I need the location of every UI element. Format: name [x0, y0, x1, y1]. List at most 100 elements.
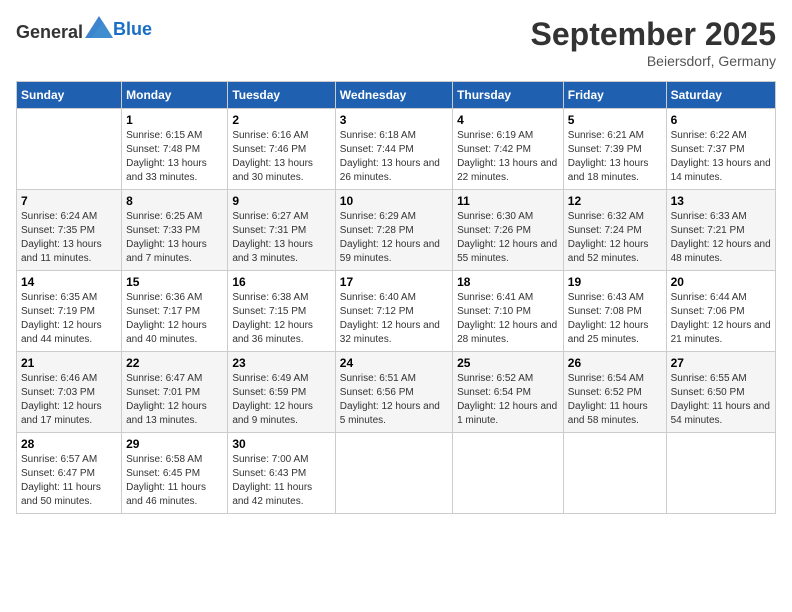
logo-general-text: General [16, 16, 113, 43]
day-info: Sunrise: 6:41 AMSunset: 7:10 PMDaylight:… [457, 291, 559, 347]
day-number: 3 [340, 113, 448, 127]
day-number: 23 [232, 356, 330, 370]
logo: General Blue [16, 16, 152, 43]
calendar-cell: 13 Sunrise: 6:33 AMSunset: 7:21 PMDayligh… [666, 190, 775, 271]
calendar-cell: 4Sunrise: 6:19 AMSunset: 7:42 PMDaylight… [453, 109, 564, 190]
calendar-cell [666, 433, 775, 514]
calendar-cell: 10Sunrise: 6:29 AMSunset: 7:28 PMDayligh… [335, 190, 452, 271]
day-info: Sunrise: 6:27 AMSunset: 7:31 PMDaylight:… [232, 210, 330, 266]
day-info: Sunrise: 6:38 AMSunset: 7:15 PMDaylight:… [232, 291, 330, 347]
day-number: 7 [21, 194, 117, 208]
day-info: Sunrise: 6:55 AMSunset: 6:50 PMDaylight:… [671, 372, 771, 428]
day-number: 17 [340, 275, 448, 289]
header-monday: Monday [122, 82, 228, 109]
header-wednesday: Wednesday [335, 82, 452, 109]
day-number: 12 [568, 194, 662, 208]
calendar-cell: 30 Sunrise: 7:00 AMSunset: 6:43 PMDayligh… [228, 433, 335, 514]
calendar-cell: 21 Sunrise: 6:46 AMSunset: 7:03 PMDayligh… [17, 352, 122, 433]
calendar-cell: 8Sunrise: 6:25 AMSunset: 7:33 PMDaylight… [122, 190, 228, 271]
day-info: Sunrise: 6:21 AMSunset: 7:39 PMDaylight:… [568, 129, 662, 185]
day-number: 6 [671, 113, 771, 127]
calendar-week-5: 28 Sunrise: 6:57 AMSunset: 6:47 PMDayligh… [17, 433, 776, 514]
calendar-week-1: 1 Sunrise: 6:15 AMSunset: 7:48 PMDaylight… [17, 109, 776, 190]
day-number: 13 [671, 194, 771, 208]
calendar-week-4: 21 Sunrise: 6:46 AMSunset: 7:03 PMDayligh… [17, 352, 776, 433]
day-info: Sunrise: 6:43 AMSunset: 7:08 PMDaylight:… [568, 291, 662, 347]
day-number: 5 [568, 113, 662, 127]
day-info: Sunrise: 6:16 AMSunset: 7:46 PMDaylight:… [232, 129, 330, 185]
day-info: Sunrise: 6:22 AMSunset: 7:37 PMDaylight:… [671, 129, 771, 185]
day-info: Sunrise: 6:30 AMSunset: 7:26 PMDaylight:… [457, 210, 559, 266]
calendar-cell: 22 Sunrise: 6:47 AMSunset: 7:01 PMDayligh… [122, 352, 228, 433]
day-number: 16 [232, 275, 330, 289]
day-number: 26 [568, 356, 662, 370]
calendar-cell: 14Sunrise: 6:35 AMSunset: 7:19 PMDayligh… [17, 271, 122, 352]
page-header: General Blue September 2025 Beiersdorf, … [16, 16, 776, 69]
calendar-cell: 15 Sunrise: 6:36 AMSunset: 7:17 PMDayligh… [122, 271, 228, 352]
calendar-header: Sunday Monday Tuesday Wednesday Thursday… [17, 82, 776, 109]
day-number: 25 [457, 356, 559, 370]
day-info: Sunrise: 6:36 AMSunset: 7:17 PMDaylight:… [126, 291, 223, 347]
day-info: Sunrise: 6:18 AMSunset: 7:44 PMDaylight:… [340, 129, 448, 185]
calendar-cell [17, 109, 122, 190]
day-number: 9 [232, 194, 330, 208]
calendar-table: Sunday Monday Tuesday Wednesday Thursday… [16, 81, 776, 514]
day-number: 28 [21, 437, 117, 451]
calendar-cell: 18Sunrise: 6:41 AMSunset: 7:10 PMDayligh… [453, 271, 564, 352]
calendar-cell: 16 Sunrise: 6:38 AMSunset: 7:15 PMDayligh… [228, 271, 335, 352]
day-info: Sunrise: 6:29 AMSunset: 7:28 PMDaylight:… [340, 210, 448, 266]
calendar-cell: 12Sunrise: 6:32 AMSunset: 7:24 PMDayligh… [563, 190, 666, 271]
header-thursday: Thursday [453, 82, 564, 109]
header-row: Sunday Monday Tuesday Wednesday Thursday… [17, 82, 776, 109]
day-number: 20 [671, 275, 771, 289]
calendar-cell: 28 Sunrise: 6:57 AMSunset: 6:47 PMDayligh… [17, 433, 122, 514]
calendar-cell: 25 Sunrise: 6:52 AMSunset: 6:54 PMDayligh… [453, 352, 564, 433]
day-info: Sunrise: 6:46 AMSunset: 7:03 PMDaylight:… [21, 372, 117, 428]
day-number: 30 [232, 437, 330, 451]
calendar-cell: 5 Sunrise: 6:21 AMSunset: 7:39 PMDaylight… [563, 109, 666, 190]
calendar-cell: 2 Sunrise: 6:16 AMSunset: 7:46 PMDaylight… [228, 109, 335, 190]
day-info: Sunrise: 6:54 AMSunset: 6:52 PMDaylight:… [568, 372, 662, 428]
header-sunday: Sunday [17, 82, 122, 109]
calendar-location: Beiersdorf, Germany [531, 53, 776, 69]
day-number: 22 [126, 356, 223, 370]
calendar-cell: 9 Sunrise: 6:27 AMSunset: 7:31 PMDaylight… [228, 190, 335, 271]
header-friday: Friday [563, 82, 666, 109]
calendar-cell: 6 Sunrise: 6:22 AMSunset: 7:37 PMDaylight… [666, 109, 775, 190]
day-info: Sunrise: 6:57 AMSunset: 6:47 PMDaylight:… [21, 453, 117, 509]
day-info: Sunrise: 6:25 AMSunset: 7:33 PMDaylight:… [126, 210, 223, 266]
header-saturday: Saturday [666, 82, 775, 109]
calendar-cell: 11 Sunrise: 6:30 AMSunset: 7:26 PMDayligh… [453, 190, 564, 271]
day-info: Sunrise: 6:52 AMSunset: 6:54 PMDaylight:… [457, 372, 559, 428]
calendar-cell [335, 433, 452, 514]
day-info: Sunrise: 6:58 AMSunset: 6:45 PMDaylight:… [126, 453, 223, 509]
day-info: Sunrise: 6:47 AMSunset: 7:01 PMDaylight:… [126, 372, 223, 428]
calendar-cell: 7 Sunrise: 6:24 AMSunset: 7:35 PMDaylight… [17, 190, 122, 271]
logo-icon [85, 16, 113, 38]
day-number: 14 [21, 275, 117, 289]
calendar-cell: 17 Sunrise: 6:40 AMSunset: 7:12 PMDayligh… [335, 271, 452, 352]
calendar-cell: 24Sunrise: 6:51 AMSunset: 6:56 PMDayligh… [335, 352, 452, 433]
logo-blue-text: Blue [113, 19, 152, 40]
calendar-week-2: 7 Sunrise: 6:24 AMSunset: 7:35 PMDaylight… [17, 190, 776, 271]
day-number: 21 [21, 356, 117, 370]
day-info: Sunrise: 6:40 AMSunset: 7:12 PMDaylight:… [340, 291, 448, 347]
calendar-week-3: 14Sunrise: 6:35 AMSunset: 7:19 PMDayligh… [17, 271, 776, 352]
calendar-cell: 20Sunrise: 6:44 AMSunset: 7:06 PMDayligh… [666, 271, 775, 352]
day-number: 11 [457, 194, 559, 208]
calendar-cell: 26 Sunrise: 6:54 AMSunset: 6:52 PMDayligh… [563, 352, 666, 433]
day-info: Sunrise: 7:00 AMSunset: 6:43 PMDaylight:… [232, 453, 330, 509]
day-info: Sunrise: 6:33 AMSunset: 7:21 PMDaylight:… [671, 210, 771, 266]
day-number: 19 [568, 275, 662, 289]
day-number: 1 [126, 113, 223, 127]
day-number: 2 [232, 113, 330, 127]
day-number: 15 [126, 275, 223, 289]
calendar-cell: 27Sunrise: 6:55 AMSunset: 6:50 PMDayligh… [666, 352, 775, 433]
day-info: Sunrise: 6:15 AMSunset: 7:48 PMDaylight:… [126, 129, 223, 185]
calendar-cell: 1 Sunrise: 6:15 AMSunset: 7:48 PMDaylight… [122, 109, 228, 190]
calendar-cell [563, 433, 666, 514]
day-info: Sunrise: 6:24 AMSunset: 7:35 PMDaylight:… [21, 210, 117, 266]
day-number: 29 [126, 437, 223, 451]
day-info: Sunrise: 6:51 AMSunset: 6:56 PMDaylight:… [340, 372, 448, 428]
calendar-cell: 3 Sunrise: 6:18 AMSunset: 7:44 PMDaylight… [335, 109, 452, 190]
